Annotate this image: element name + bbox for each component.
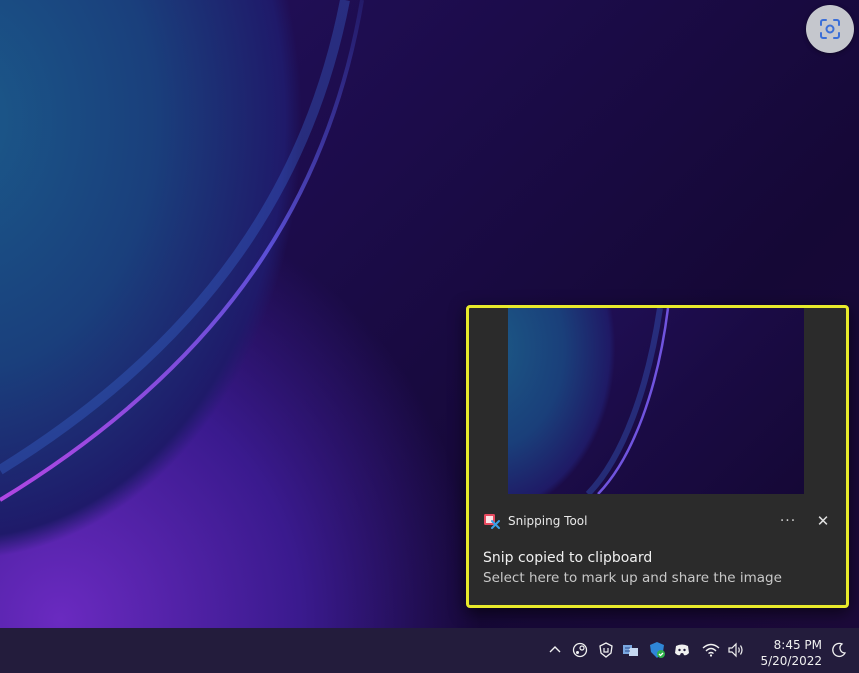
clock-time: 8:45 PM — [773, 638, 822, 652]
notification-header: Snipping Tool ··· ✕ — [483, 510, 832, 532]
volume-icon[interactable] — [727, 641, 745, 659]
notification-body[interactable]: Select here to mark up and share the ima… — [483, 570, 782, 586]
network-adapter-icon[interactable] — [622, 641, 640, 659]
snipping-tool-button[interactable] — [806, 5, 854, 53]
wifi-icon[interactable] — [702, 641, 720, 659]
preview-wallpaper-arc — [585, 308, 670, 494]
taskbar: 8:45 PM 5/20/2022 — [0, 628, 859, 673]
taskbar-clock[interactable]: 8:45 PM 5/20/2022 — [752, 637, 822, 669]
snipping-tool-app-icon — [484, 514, 500, 529]
more-options-button[interactable]: ··· — [774, 513, 802, 529]
snip-preview-image[interactable] — [508, 308, 804, 494]
moon-icon[interactable] — [830, 641, 848, 659]
discord-icon[interactable] — [673, 641, 691, 659]
steam-icon[interactable] — [571, 641, 589, 659]
shield-security-icon[interactable] — [597, 641, 615, 659]
chevron-up-icon[interactable] — [546, 641, 564, 659]
notification-title: Snip copied to clipboard — [483, 550, 653, 566]
screenshot-icon — [820, 19, 840, 39]
notification-app-name: Snipping Tool — [508, 514, 588, 528]
windows-security-icon[interactable] — [648, 641, 666, 659]
snip-notification[interactable]: Snipping Tool ··· ✕ Snip copied to clipb… — [466, 305, 849, 608]
clock-date: 5/20/2022 — [760, 654, 822, 668]
close-notification-button[interactable]: ✕ — [814, 512, 832, 530]
